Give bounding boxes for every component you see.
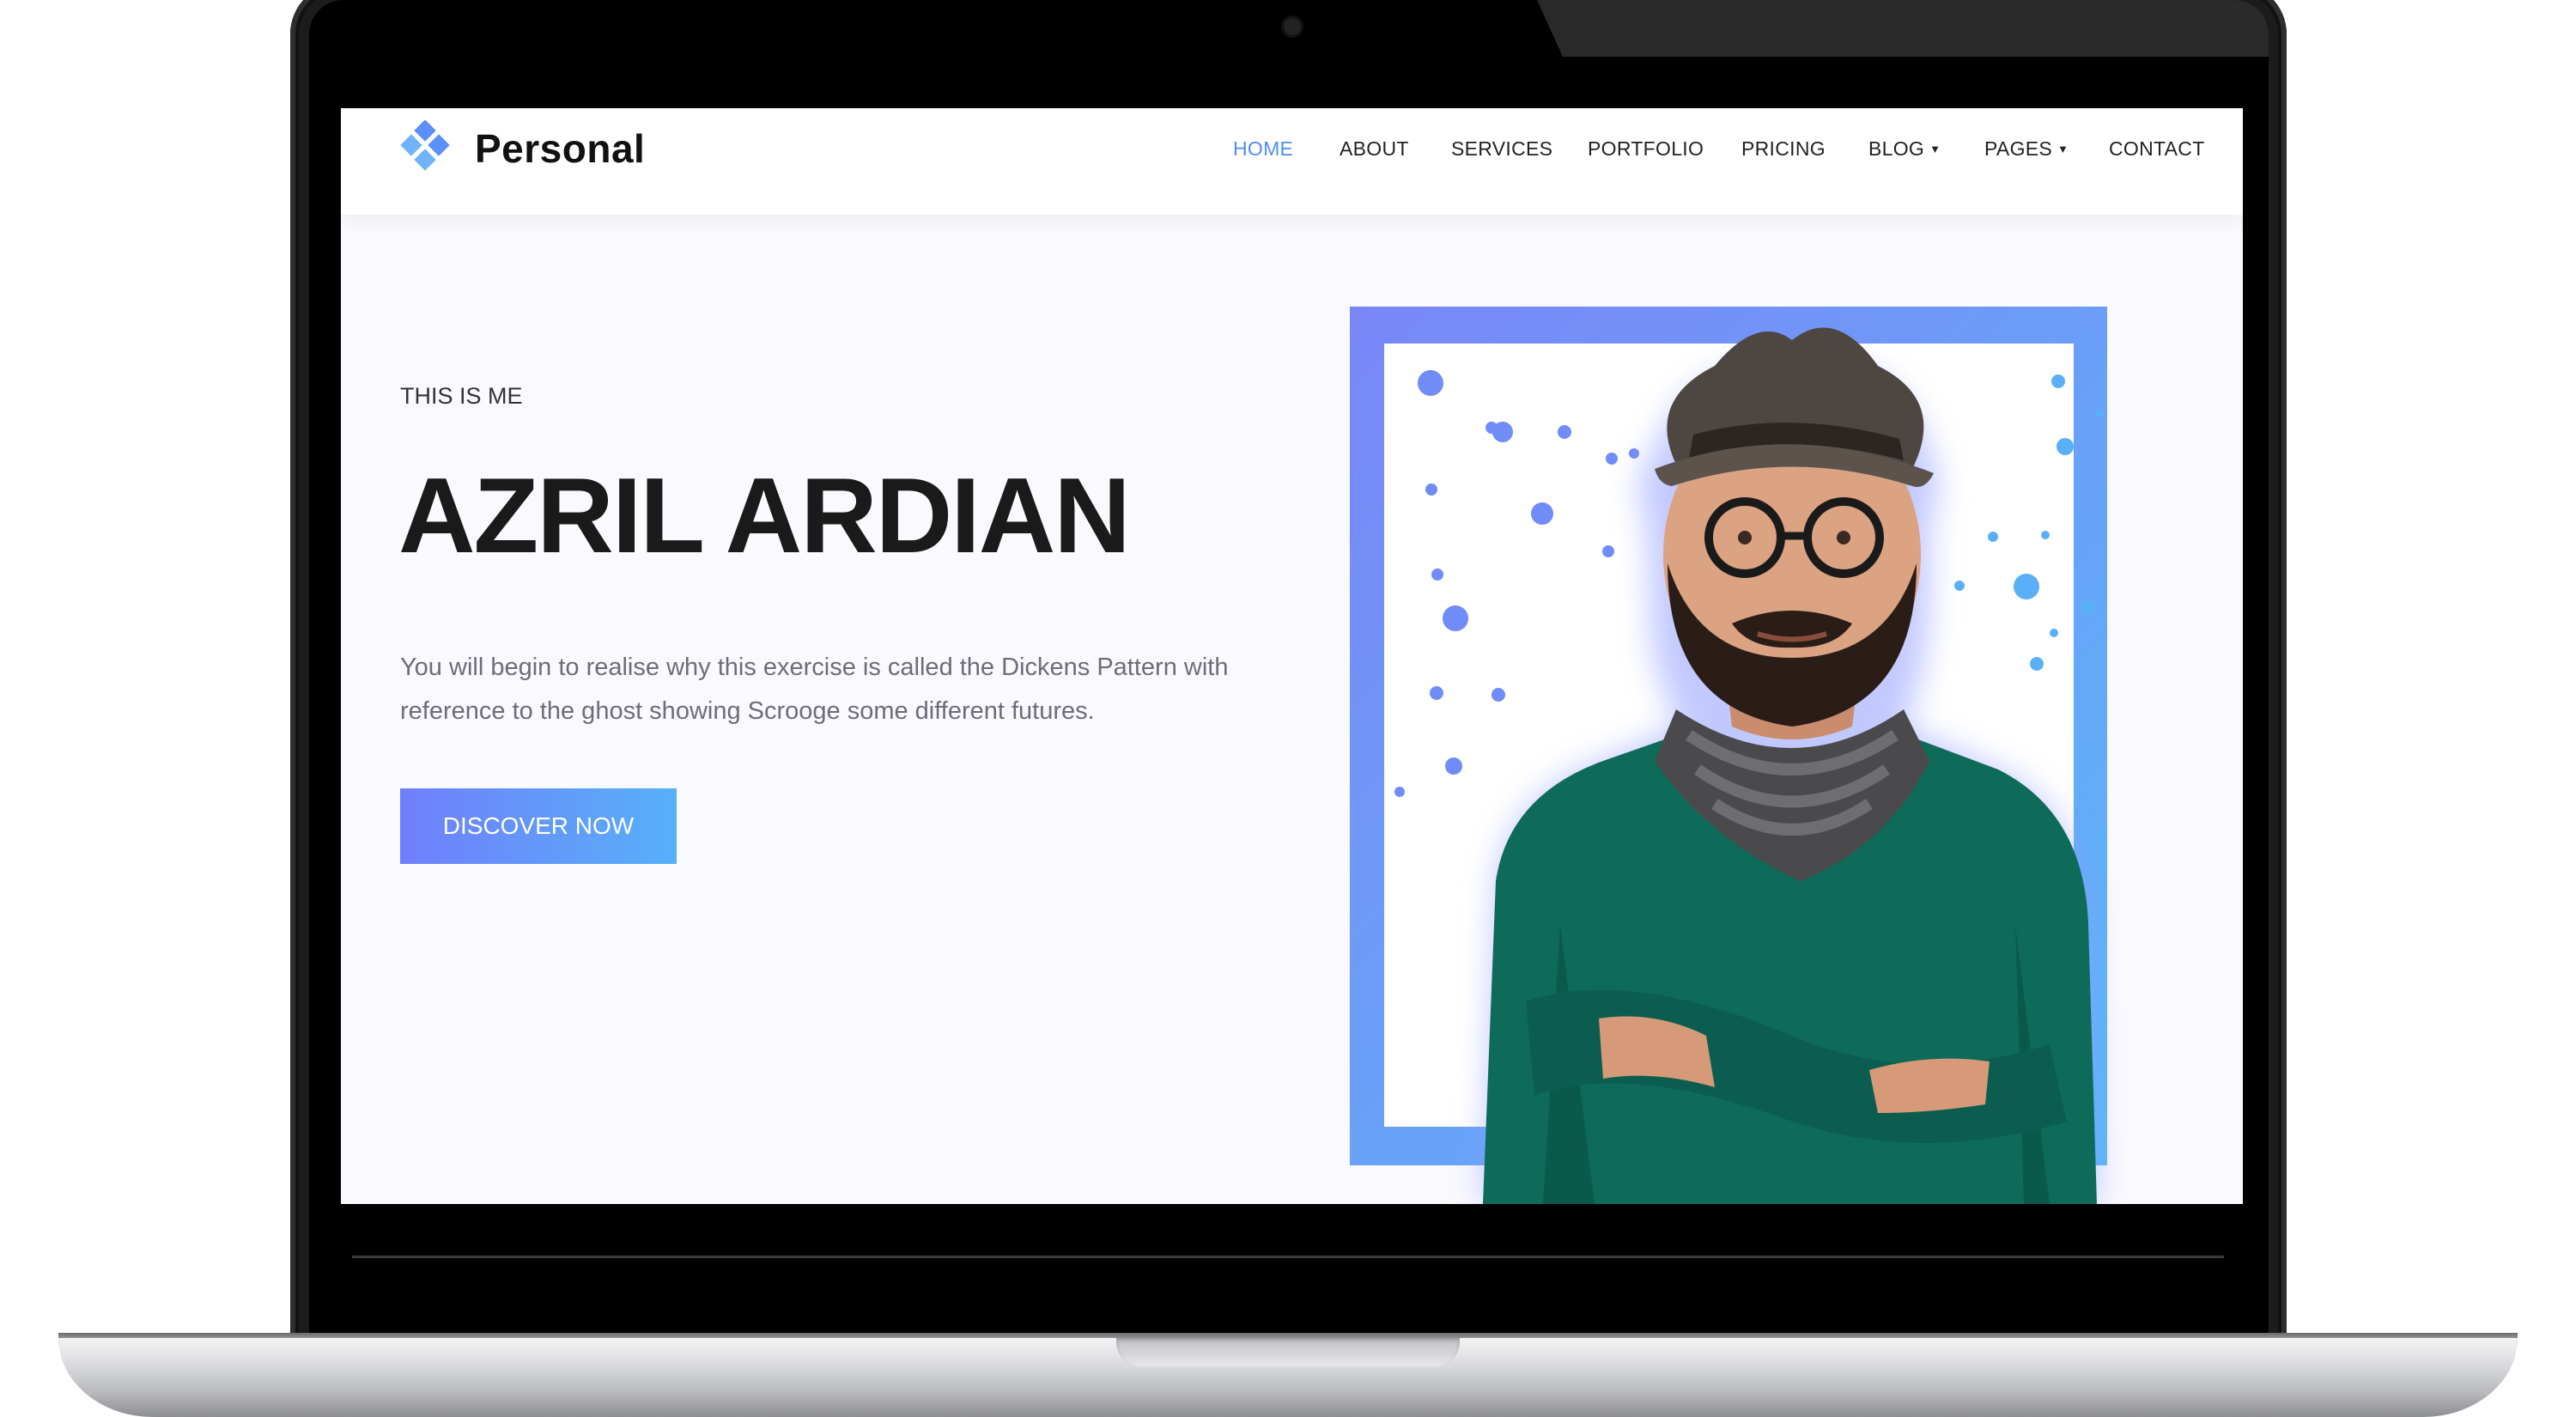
laptop-notch [1116,1338,1460,1367]
screen-glare [1537,0,2269,57]
webcam [1281,15,1303,38]
website-screen: Personal HOME ABOUT SERVICES PORTFOLIO P… [341,108,2243,1204]
bezel-divider [352,1256,2224,1258]
person-portrait [1483,327,2097,1204]
